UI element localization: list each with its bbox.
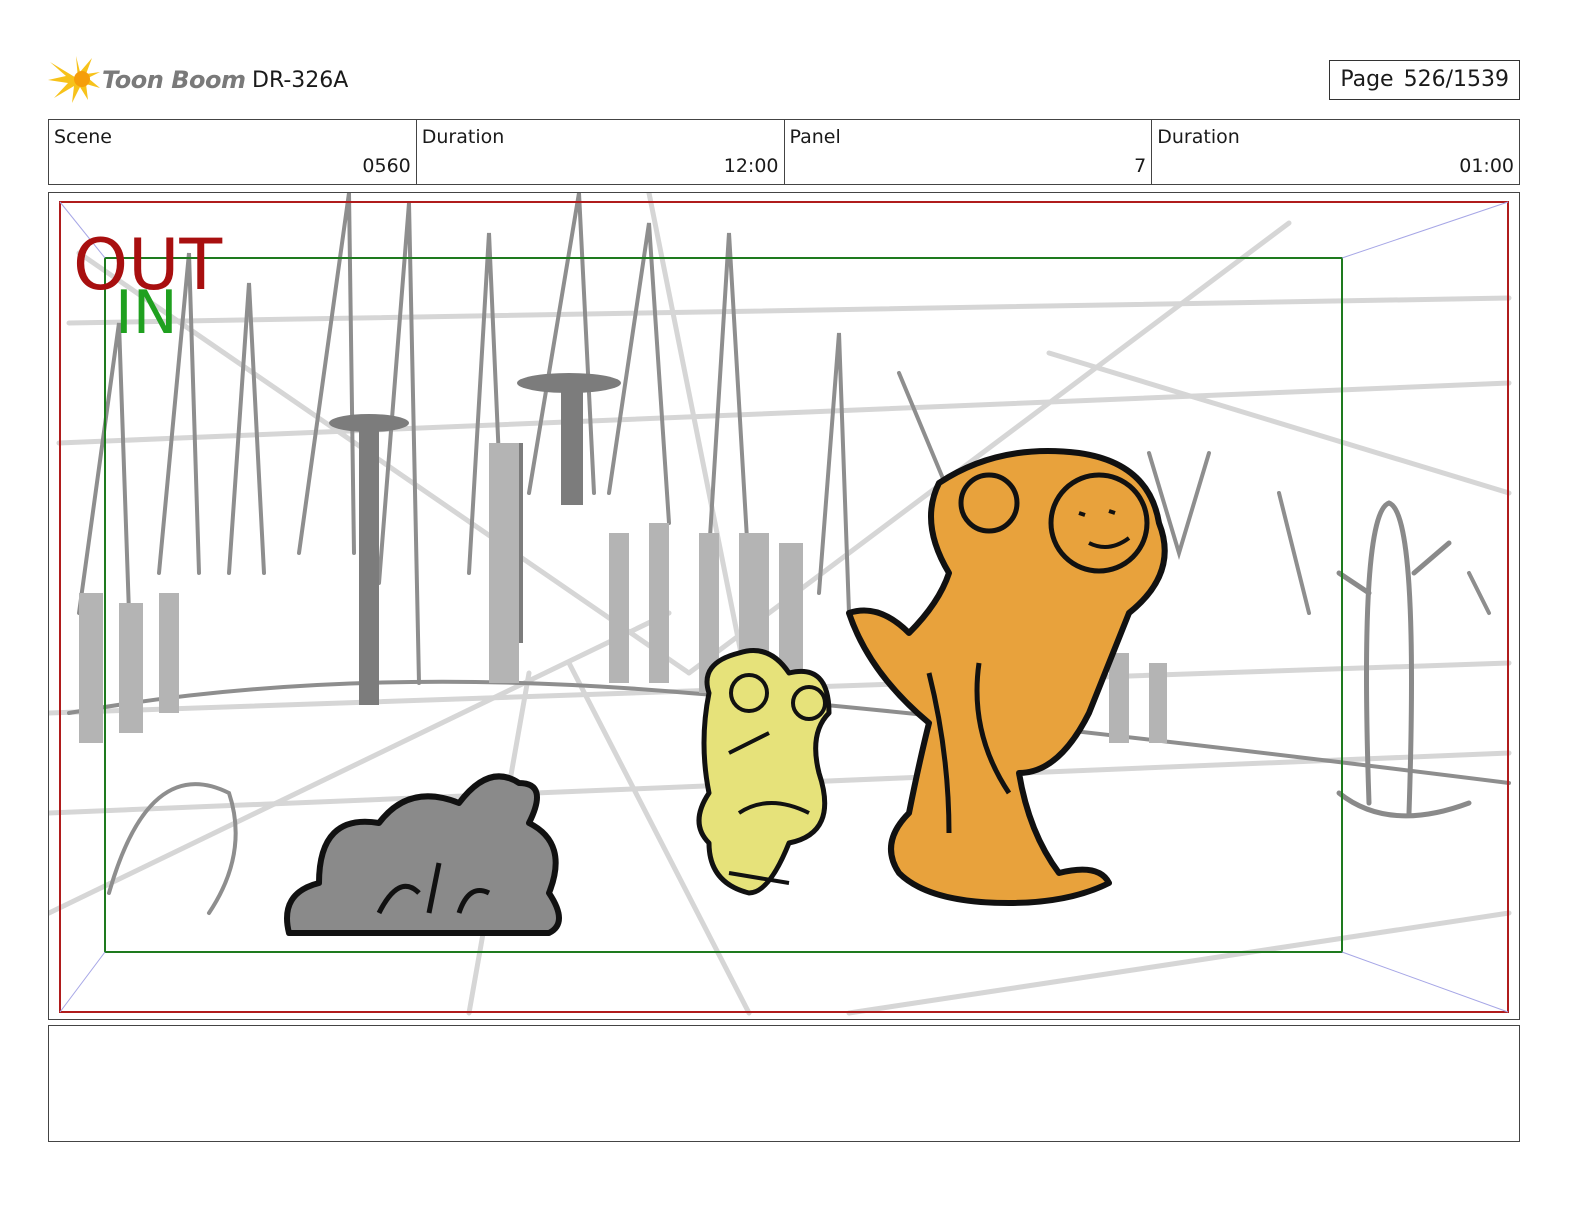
page-label: Page — [1340, 67, 1394, 92]
logo-text: Toon Boom — [102, 66, 246, 94]
scene-cell: Scene 0560 — [49, 120, 417, 184]
panel-duration-cell: Duration 01:00 — [1152, 120, 1519, 184]
toon-boom-logo: Toon Boom — [48, 54, 248, 104]
document-id: DR-326A — [252, 68, 349, 93]
panel-duration-label: Duration — [1157, 126, 1240, 148]
yellow-character — [696, 648, 832, 896]
page-value: 526/1539 — [1403, 67, 1509, 92]
scene-value: 0560 — [362, 155, 411, 177]
scene-duration-value: 12:00 — [723, 155, 779, 177]
panel-sketch: OUT IN — [49, 193, 1512, 1016]
panel-label: Panel — [789, 126, 841, 148]
page-counter: Page 526/1539 — [1329, 60, 1520, 100]
scene-info-table: Scene 0560 Duration 12:00 Panel 7 Durati… — [48, 119, 1520, 185]
page-header: Toon Boom DR-326A Page 526/1539 — [48, 52, 1520, 108]
scene-label: Scene — [54, 126, 112, 148]
in-label: IN — [115, 278, 178, 348]
scene-duration-cell: Duration 12:00 — [417, 120, 785, 184]
panel-value: 7 — [1134, 155, 1147, 177]
panel-notes-box — [48, 1025, 1520, 1142]
panel-duration-value: 01:00 — [1459, 155, 1514, 177]
scene-duration-label: Duration — [421, 126, 505, 148]
starburst-icon — [48, 56, 100, 103]
storyboard-panel: OUT IN — [48, 192, 1520, 1020]
panel-cell: Panel 7 — [785, 120, 1153, 184]
